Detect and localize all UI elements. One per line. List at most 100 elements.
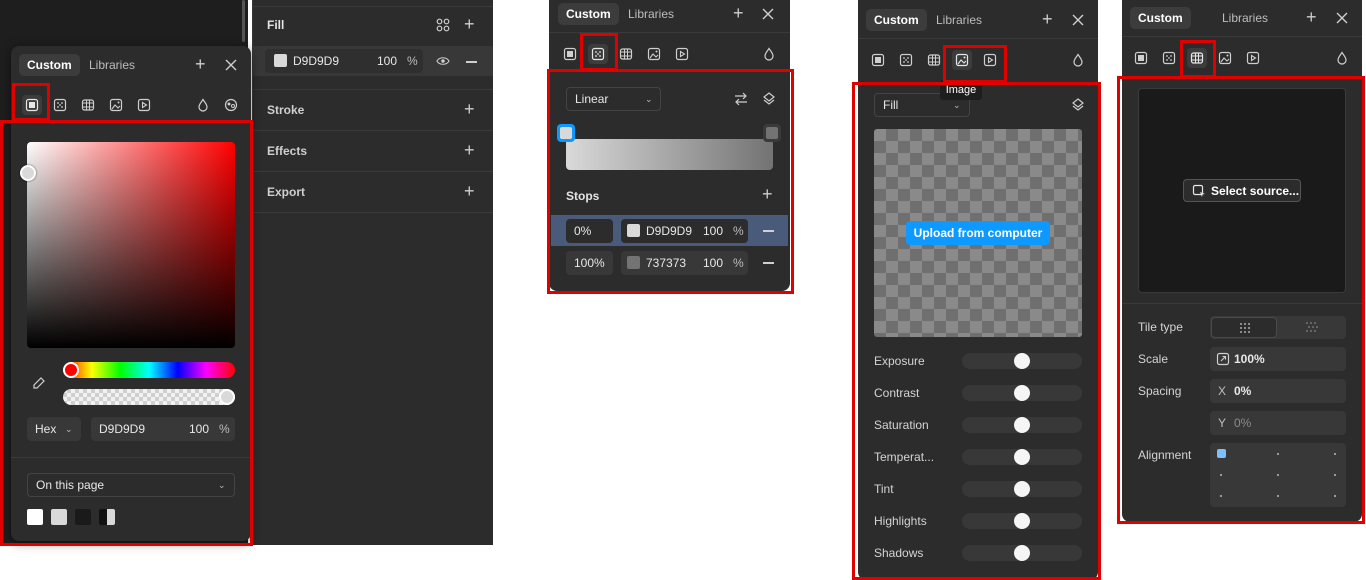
spacing-x-input[interactable]: X 0% (1210, 379, 1346, 403)
video-icon[interactable] (981, 51, 999, 69)
opacity-slider[interactable] (63, 389, 235, 405)
add-effect-icon[interactable]: + (464, 141, 475, 159)
pattern-icon[interactable] (79, 96, 97, 114)
blend-icon[interactable] (760, 45, 778, 63)
hex-input[interactable]: D9D9D9 100 % (91, 417, 235, 441)
remove-fill-icon[interactable] (466, 61, 477, 63)
rotate-icon[interactable] (1069, 96, 1087, 114)
alignment-dot[interactable] (1277, 495, 1279, 497)
video-icon[interactable] (1244, 49, 1262, 67)
remove-stop-icon[interactable] (763, 262, 774, 264)
tile-type-grid-option[interactable] (1211, 317, 1277, 338)
alignment-top-left[interactable] (1217, 449, 1226, 458)
alignment-dot[interactable] (1220, 495, 1222, 497)
tab-libraries[interactable]: Libraries (1214, 7, 1276, 29)
rotate-icon[interactable] (760, 90, 778, 108)
gradient-type-select[interactable]: Linear ⌄ (566, 87, 661, 111)
gradient-bar[interactable] (566, 139, 773, 170)
add-export-icon[interactable]: + (464, 182, 475, 200)
adjustment-slider-handle[interactable] (1014, 417, 1030, 433)
tab-custom[interactable]: Custom (558, 3, 619, 25)
image-icon[interactable] (107, 96, 125, 114)
add-style-icon[interactable]: + (1306, 8, 1317, 26)
gradient-icon[interactable] (1160, 49, 1178, 67)
pattern-icon[interactable] (1188, 49, 1206, 67)
close-icon[interactable] (1333, 9, 1351, 27)
image-icon[interactable] (1216, 49, 1234, 67)
styles-grid-icon[interactable] (434, 16, 452, 34)
select-source-button[interactable]: Select source... (1183, 179, 1301, 202)
video-icon[interactable] (673, 45, 691, 63)
solid-fill-icon[interactable] (561, 45, 579, 63)
page-color-swatch-gradient[interactable] (99, 509, 115, 525)
gradient-stop-handle-start[interactable] (557, 124, 575, 142)
tab-libraries[interactable]: Libraries (620, 3, 682, 25)
saturation-brightness-field[interactable] (27, 142, 235, 348)
close-icon[interactable] (1069, 11, 1087, 29)
color-field-handle[interactable] (20, 165, 36, 181)
alignment-dot[interactable] (1277, 474, 1279, 476)
blend-icon[interactable] (1069, 51, 1087, 69)
hue-slider[interactable] (63, 362, 235, 378)
eye-icon[interactable] (434, 52, 452, 70)
color-mode-select[interactable]: Hex ⌄ (27, 417, 81, 441)
alignment-grid[interactable] (1210, 443, 1346, 507)
alignment-dot[interactable] (1277, 453, 1279, 455)
solid-fill-icon[interactable] (1132, 49, 1150, 67)
library-icon[interactable] (222, 96, 240, 114)
gradient-stop-handle-end[interactable] (763, 124, 781, 142)
opacity-slider-handle[interactable] (219, 389, 235, 405)
alignment-dot[interactable] (1220, 474, 1222, 476)
stop-color-input[interactable]: 737373 100 % (621, 251, 748, 275)
spacing-y-input[interactable]: Y 0% (1210, 411, 1346, 435)
stop-color-input[interactable]: D9D9D9 100 % (621, 219, 748, 243)
tab-custom[interactable]: Custom (1130, 7, 1191, 29)
alignment-dot[interactable] (1334, 495, 1336, 497)
stop-position-input[interactable]: 100% (566, 251, 613, 275)
page-color-swatch-lightgray[interactable] (51, 509, 67, 525)
solid-fill-icon[interactable] (23, 96, 41, 114)
add-fill-icon[interactable]: + (464, 15, 475, 33)
gradient-icon[interactable] (51, 96, 69, 114)
add-style-icon[interactable]: + (195, 55, 206, 73)
page-colors-select[interactable]: On this page ⌄ (27, 473, 235, 497)
solid-fill-icon[interactable] (869, 51, 887, 69)
stop-position-input[interactable]: 0% (566, 219, 613, 243)
add-style-icon[interactable]: + (1042, 10, 1053, 28)
page-color-swatch-black[interactable] (75, 509, 91, 525)
image-icon[interactable] (953, 51, 971, 69)
tab-libraries[interactable]: Libraries (81, 54, 143, 76)
eyedropper-icon[interactable] (30, 374, 48, 392)
adjustment-slider-handle[interactable] (1014, 545, 1030, 561)
tab-custom[interactable]: Custom (866, 9, 927, 31)
tile-type-staggered-option[interactable] (1279, 317, 1345, 338)
canvas-scrollbar[interactable] (242, 0, 245, 42)
adjustment-slider-handle[interactable] (1014, 353, 1030, 369)
add-stroke-icon[interactable]: + (464, 100, 475, 118)
add-stop-icon[interactable]: + (762, 185, 773, 203)
gradient-icon[interactable] (589, 45, 607, 63)
blend-icon[interactable] (1333, 49, 1351, 67)
video-icon[interactable] (135, 96, 153, 114)
alignment-dot[interactable] (1334, 474, 1336, 476)
adjustment-slider-handle[interactable] (1014, 513, 1030, 529)
alignment-dot[interactable] (1334, 453, 1336, 455)
remove-stop-icon[interactable] (763, 230, 774, 232)
close-icon[interactable] (222, 56, 240, 74)
adjustment-slider-handle[interactable] (1014, 481, 1030, 497)
upload-button[interactable]: Upload from computer (906, 221, 1050, 245)
gradient-icon[interactable] (897, 51, 915, 69)
adjustment-slider-handle[interactable] (1014, 449, 1030, 465)
pattern-icon[interactable] (925, 51, 943, 69)
fill-hex-field[interactable]: D9D9D9 100 % (265, 49, 423, 73)
close-icon[interactable] (759, 5, 777, 23)
tab-custom[interactable]: Custom (19, 54, 80, 76)
pattern-icon[interactable] (617, 45, 635, 63)
add-style-icon[interactable]: + (733, 4, 744, 22)
scale-input[interactable]: 100% (1210, 347, 1346, 371)
adjustment-slider-handle[interactable] (1014, 385, 1030, 401)
image-icon[interactable] (645, 45, 663, 63)
hue-slider-handle[interactable] (63, 362, 79, 378)
blend-icon[interactable] (194, 96, 212, 114)
tab-libraries[interactable]: Libraries (928, 9, 990, 31)
